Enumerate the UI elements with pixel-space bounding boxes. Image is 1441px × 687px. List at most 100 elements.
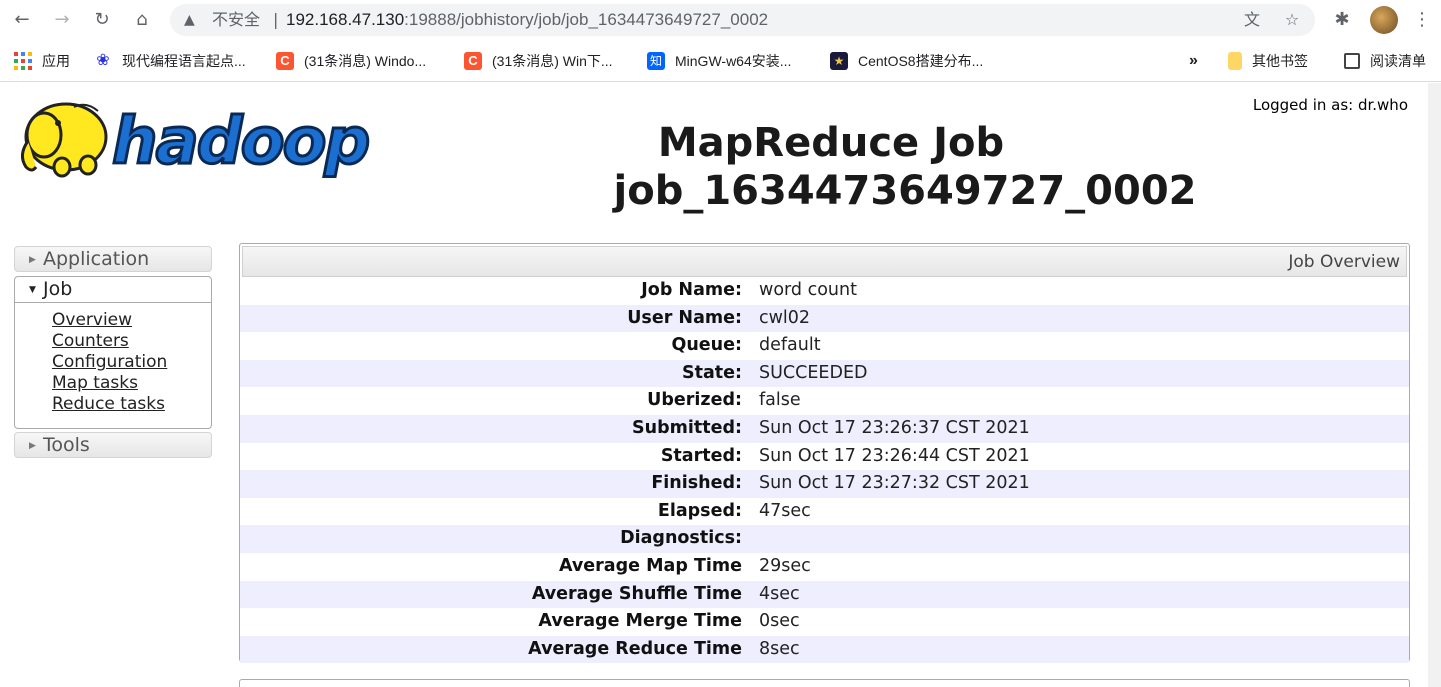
bookmark-label: (31条消息) Win下... (492, 53, 613, 69)
table-row: Average Shuffle Time 4sec (240, 580, 1409, 609)
row-key: Elapsed: (657, 500, 742, 521)
bookmark-label: MinGW-w64安装... (675, 53, 792, 69)
other-bookmarks[interactable]: 其他书签 (1228, 50, 1308, 72)
triangle-right-icon: ▶ (29, 255, 36, 265)
row-key: Submitted: (632, 417, 742, 438)
table-row: Average Map Time 29sec (240, 553, 1409, 581)
job-overview-panel: Job Overview Job Name: word count User Na… (239, 243, 1410, 664)
row-key: Diagnostics: (620, 528, 742, 549)
page-scrollbar[interactable] (1428, 83, 1441, 687)
bookmarks-overflow-button[interactable]: » (1189, 50, 1198, 72)
row-value: word count (759, 280, 857, 300)
triangle-down-icon: ▼ (29, 285, 36, 295)
profile-avatar[interactable] (1370, 6, 1398, 34)
reading-list[interactable]: 阅读清单 (1344, 50, 1426, 72)
table-row: Diagnostics: (240, 525, 1409, 553)
nav-link-overview[interactable]: Overview (52, 310, 132, 330)
row-value: 4sec (759, 583, 800, 604)
url-text[interactable]: 192.168.47.130:19888/jobhistory/job/job_… (286, 10, 768, 30)
table-row: Average Reduce Time 8sec (240, 635, 1409, 664)
reload-icon[interactable]: ↻ (90, 8, 114, 32)
menu-kebab-icon[interactable]: ⋮ (1410, 8, 1434, 32)
nav-job-panel: ▼ Job Overview Counters Configuration Map… (14, 276, 212, 429)
bookmark-label: 应用 (42, 53, 70, 69)
nav-job-label: Job (43, 278, 73, 300)
back-arrow-icon[interactable]: ← (10, 8, 34, 32)
table-row: Submitted: Sun Oct 17 23:26:37 CST 2021 (240, 414, 1409, 443)
bookmark-item[interactable]: 知 MinGW-w64安装... (647, 50, 791, 72)
address-bar[interactable]: ▲ 不安全 | 192.168.47.130:19888/jobhistory/… (170, 4, 1315, 36)
csdn-c-icon: C (276, 52, 294, 70)
page-content: Logged in as: dr.who hadoop MapReduce Jo… (0, 83, 1441, 687)
nav-link-configuration[interactable]: Configuration (52, 352, 167, 372)
nav-application-label: Application (43, 248, 150, 270)
nav-application-header[interactable]: ▶ Application (14, 246, 212, 272)
table-row: Elapsed: 47sec (240, 498, 1409, 526)
row-key: Average Shuffle Time (531, 583, 742, 604)
bookmark-apps[interactable]: 应用 (14, 50, 70, 72)
bookmarks-bar: 应用 ❀ 现代编程语言起点... C (31条消息) Windo... C (3… (0, 40, 1441, 82)
table-row: Queue: default (240, 332, 1409, 360)
nav-tools-label: Tools (43, 434, 90, 456)
row-key: Queue: (671, 335, 742, 356)
browser-toolbar: ← → ↻ ⌂ ▲ 不安全 | 192.168.47.130:19888/job… (0, 0, 1441, 40)
nav-link-item: Reduce tasks (52, 394, 211, 415)
zhihu-icon: 知 (647, 52, 665, 70)
table-row: Started: Sun Oct 17 23:26:44 CST 2021 (240, 443, 1409, 471)
bookmark-star-icon[interactable]: ☆ (1282, 10, 1302, 30)
home-icon[interactable]: ⌂ (130, 8, 154, 32)
nav-link-reduce-tasks[interactable]: Reduce tasks (52, 394, 165, 414)
hadoop-wordmark: hadoop (112, 105, 369, 179)
warning-triangle-icon: ▲ (184, 12, 195, 28)
url-separator: | (273, 10, 279, 29)
row-value: Sun Oct 17 23:26:44 CST 2021 (759, 445, 1030, 466)
baidu-paw-icon: ❀ (94, 52, 112, 70)
bookmark-label: CentOS8搭建分布... (858, 53, 984, 69)
nav-link-item: Map tasks (52, 373, 211, 394)
row-value: 29sec (759, 555, 811, 576)
row-value: SUCCEEDED (759, 362, 868, 383)
next-section-box (239, 679, 1410, 687)
row-key: User Name: (627, 307, 742, 328)
row-key: Job Name: (641, 280, 742, 300)
bookmark-item[interactable]: C (31条消息) Windo... (276, 50, 426, 72)
page-title: MapReduce Job job_1634473649727_0002 (560, 119, 1250, 215)
logged-in-status: Logged in as: dr.who (1252, 96, 1408, 114)
nav-link-map-tasks[interactable]: Map tasks (52, 373, 138, 393)
table-row: Finished: Sun Oct 17 23:27:32 CST 2021 (240, 470, 1409, 498)
row-key: State: (681, 362, 742, 383)
reading-list-label: 阅读清单 (1370, 53, 1426, 69)
bookmark-item[interactable]: ❀ 现代编程语言起点... (94, 50, 246, 72)
extensions-puzzle-icon[interactable]: ✱ (1330, 8, 1354, 32)
bookmark-label: 现代编程语言起点... (122, 53, 246, 69)
bookmark-item[interactable]: C (31条消息) Win下... (464, 50, 613, 72)
bookmark-item[interactable]: ★ CentOS8搭建分布... (830, 50, 983, 72)
nav-link-item: Configuration (52, 352, 211, 373)
row-key: Finished: (651, 473, 742, 494)
insecure-label: 不安全 (212, 10, 261, 29)
row-key: Average Reduce Time (528, 638, 742, 659)
page-title-job-id: job_1634473649727_0002 (613, 168, 1197, 214)
nav-tools-header[interactable]: ▶ Tools (14, 432, 212, 458)
row-value: false (759, 390, 801, 411)
hadoop-elephant-logo: hadoop (21, 102, 372, 181)
other-bookmarks-label: 其他书签 (1252, 53, 1308, 69)
folder-icon (1228, 52, 1242, 70)
table-row: State: SUCCEEDED (240, 359, 1409, 388)
row-value: default (759, 335, 821, 356)
page-title-line1: MapReduce Job (657, 120, 1005, 166)
csdn-c-icon: C (464, 52, 482, 70)
url-path: :19888/jobhistory/job/job_1634473649727_… (404, 10, 769, 29)
nav-job-header[interactable]: ▼ Job (15, 277, 211, 303)
reading-list-icon (1344, 53, 1360, 69)
bookmark-label: (31条消息) Windo... (304, 53, 427, 69)
row-key: Started: (660, 445, 742, 466)
row-key: Uberized: (647, 390, 742, 411)
row-value: 0sec (759, 611, 800, 632)
job-overview-heading: Job Overview (242, 246, 1407, 277)
apps-grid-icon (14, 52, 32, 70)
row-key: Average Merge Time (538, 611, 742, 632)
forward-arrow-icon[interactable]: → (50, 8, 74, 32)
translate-icon[interactable]: 文 (1242, 10, 1262, 30)
nav-link-counters[interactable]: Counters (52, 331, 129, 351)
